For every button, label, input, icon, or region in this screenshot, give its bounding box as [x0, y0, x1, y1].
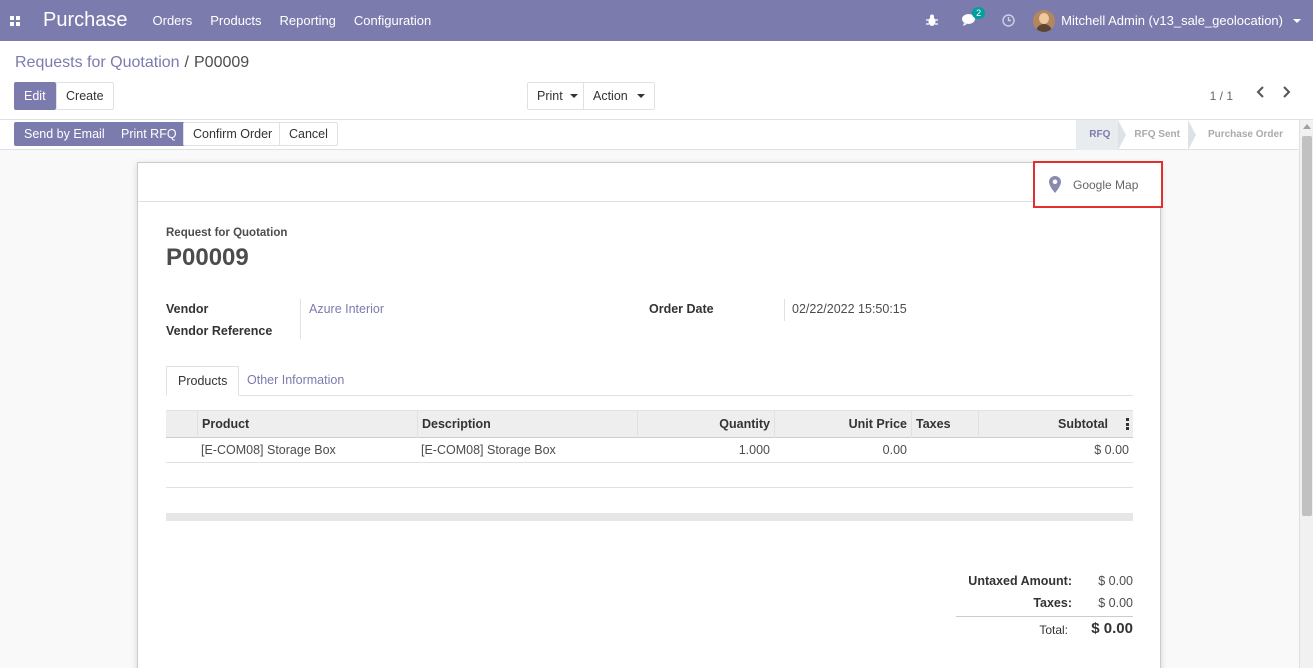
send-by-email-button[interactable]: Send by Email [14, 122, 115, 146]
cancel-button[interactable]: Cancel [279, 122, 338, 146]
breadcrumb: Requests for Quotation / P00009 [15, 54, 250, 71]
tab-other-information[interactable]: Other Information [236, 366, 355, 396]
row-description: [E-COM08] Storage Box [421, 443, 556, 457]
form-sheet: Google Map Request for Quotation P00009 … [137, 161, 1163, 668]
table-header: Product Description Quantity Unit Price … [166, 410, 1133, 438]
row-taxes [911, 438, 978, 462]
print-chevron-down-icon [569, 94, 578, 98]
menu-products[interactable]: Products [210, 13, 261, 28]
google-map-button[interactable]: Google Map [1033, 161, 1163, 208]
message-count-badge: 2 [972, 7, 986, 19]
optional-columns-icon[interactable] [1126, 418, 1129, 430]
taxes-label: Taxes: [1033, 596, 1072, 610]
status-bar: Send by Email Print RFQ Confirm Order Ca… [0, 120, 1313, 150]
user-menu-chevron-down-icon[interactable] [1293, 18, 1301, 23]
confirm-order-button[interactable]: Confirm Order [183, 122, 283, 146]
status-steps: RFQ RFQ Sent Purchase Order [1076, 120, 1296, 150]
table-row[interactable]: [E-COM08] Storage Box [E-COM08] Storage … [166, 438, 1133, 463]
user-name[interactable]: Mitchell Admin (v13_sale_geolocation) [1061, 13, 1283, 28]
apps-menu-icon[interactable] [0, 0, 30, 41]
tab-products[interactable]: Products [166, 366, 240, 396]
google-map-label: Google Map [1073, 177, 1139, 192]
form-view: Google Map Request for Quotation P00009 … [0, 151, 1299, 668]
pager-next-icon[interactable] [1281, 85, 1291, 103]
order-date-label: Order Date [649, 302, 714, 316]
column-quantity[interactable]: Quantity [637, 411, 774, 438]
total-label: Total: [1039, 623, 1068, 637]
table-row-empty [166, 463, 1133, 488]
untaxed-amount-value: $ 0.00 [1098, 574, 1133, 588]
print-dropdown[interactable]: Print [527, 82, 586, 110]
notebook-tabs: Products Other Information [166, 366, 1133, 396]
untaxed-amount-label: Untaxed Amount: [968, 574, 1072, 588]
row-quantity: 1.000 [738, 443, 770, 457]
bug-icon[interactable] [926, 14, 939, 27]
status-step-rfq: RFQ [1076, 120, 1127, 150]
table-footer [166, 513, 1133, 521]
menu-reporting[interactable]: Reporting [280, 13, 336, 28]
column-unit-price[interactable]: Unit Price [774, 411, 911, 438]
action-dropdown[interactable]: Action [583, 82, 655, 110]
user-avatar[interactable] [1033, 9, 1056, 32]
document-type: Request for Quotation [166, 227, 288, 239]
create-button[interactable]: Create [56, 82, 114, 110]
column-description[interactable]: Description [417, 411, 637, 438]
smart-button-box: Google Map [138, 161, 1163, 208]
top-navbar: Purchase Orders Products Reporting Confi… [0, 0, 1313, 41]
control-panel: Requests for Quotation / P00009 Edit Creat… [0, 41, 1313, 120]
activity-clock-icon[interactable] [1002, 14, 1015, 27]
scroll-up-arrow-icon[interactable] [1303, 124, 1311, 129]
order-lines-table: Product Description Quantity Unit Price … [166, 410, 1133, 521]
column-taxes[interactable]: Taxes [911, 411, 978, 438]
pager-previous-icon[interactable] [1256, 85, 1266, 103]
menu-orders[interactable]: Orders [153, 13, 193, 28]
page-scrollbar[interactable] [1299, 120, 1313, 668]
row-product: [E-COM08] Storage Box [201, 443, 336, 457]
print-rfq-button[interactable]: Print RFQ [111, 122, 187, 146]
row-unit-price: 0.00 [882, 443, 907, 457]
taxes-value: $ 0.00 [1098, 596, 1133, 610]
action-chevron-down-icon [636, 94, 645, 98]
row-subtotal: $ 0.00 [1094, 443, 1129, 457]
total-value: $ 0.00 [1091, 620, 1133, 637]
status-step-rfq-sent: RFQ Sent [1118, 120, 1196, 150]
print-label: Print [537, 89, 563, 103]
breadcrumb-current: P00009 [194, 54, 250, 71]
column-subtotal[interactable]: Subtotal [978, 411, 1133, 438]
app-name[interactable]: Purchase [43, 9, 128, 32]
messages-icon[interactable]: 2 [962, 7, 986, 27]
document-name: P00009 [166, 244, 249, 271]
pager-value[interactable]: 1 / 1 [1210, 89, 1233, 103]
action-label: Action [593, 89, 628, 103]
breadcrumb-parent[interactable]: Requests for Quotation [15, 54, 180, 71]
vendor-reference-label: Vendor Reference [166, 324, 273, 338]
vendor-field[interactable]: Azure Interior [309, 302, 384, 316]
map-marker-icon [1049, 176, 1061, 193]
column-product[interactable]: Product [197, 411, 417, 438]
order-date-field[interactable]: 02/22/2022 15:50:15 [792, 302, 907, 316]
vendor-label: Vendor [166, 302, 209, 316]
status-step-purchase-order: Purchase Order [1207, 129, 1283, 140]
scroll-thumb[interactable] [1302, 136, 1312, 516]
edit-button[interactable]: Edit [14, 82, 56, 110]
menu-configuration[interactable]: Configuration [354, 13, 431, 28]
